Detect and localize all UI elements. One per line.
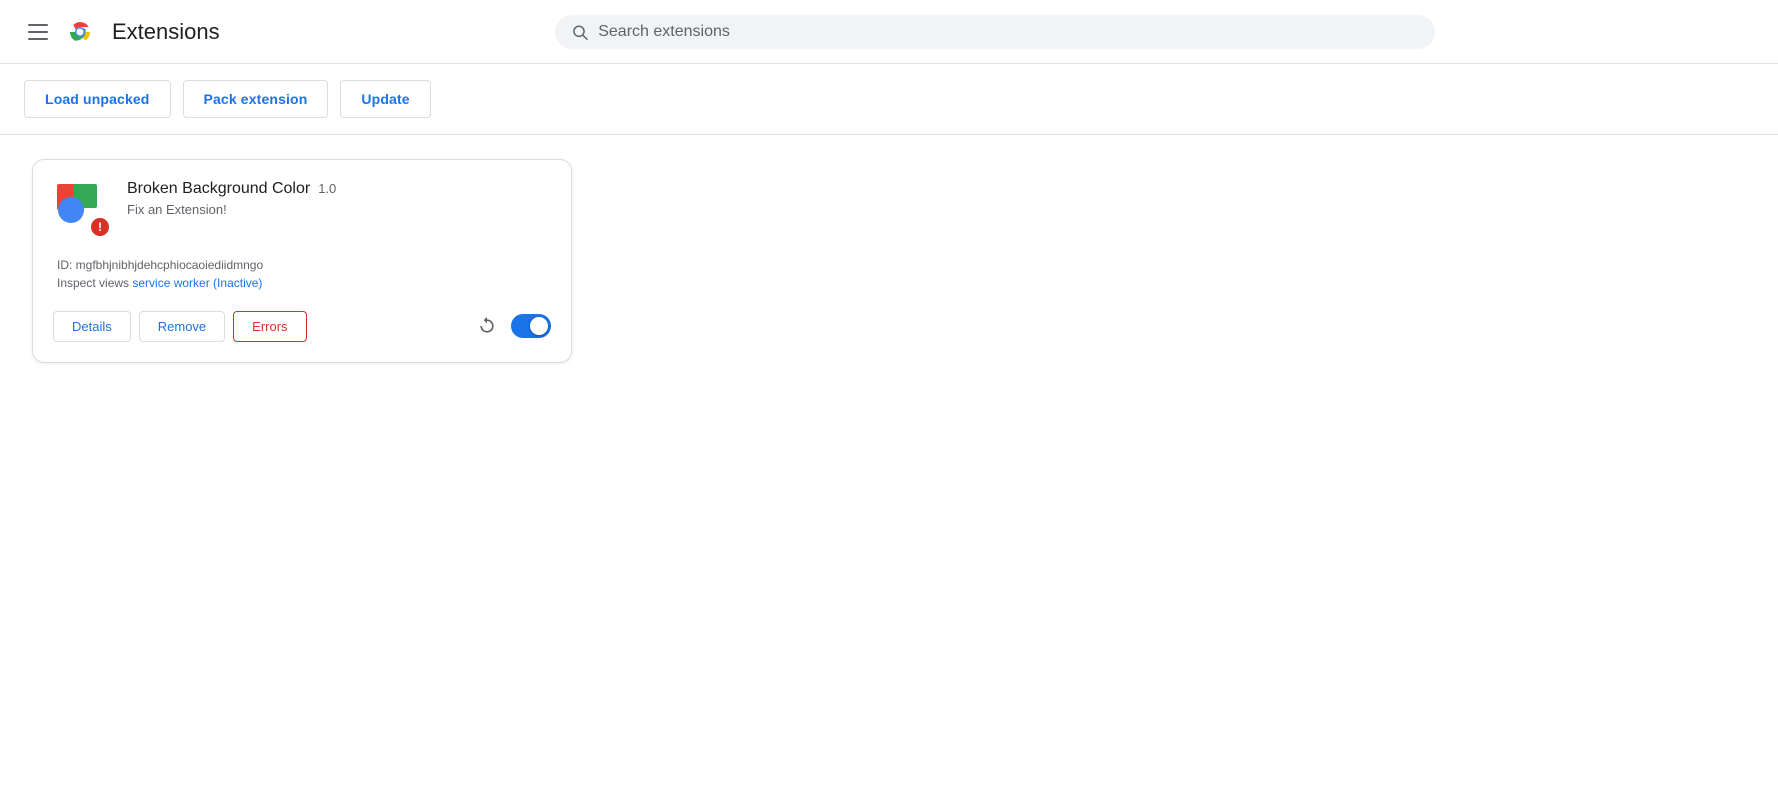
details-button[interactable]: Details [53, 311, 131, 342]
inspect-views: Inspect views service worker (Inactive) [57, 276, 547, 290]
errors-button[interactable]: Errors [233, 311, 306, 342]
chrome-logo [64, 16, 96, 48]
inspect-views-label: Inspect views [57, 276, 129, 290]
extension-version: 1.0 [318, 181, 336, 196]
pack-extension-button[interactable]: Pack extension [183, 80, 329, 118]
extension-icon-wrapper: ! [53, 180, 111, 238]
search-bar [555, 15, 1435, 49]
search-container [555, 15, 1435, 49]
extension-description: Fix an Extension! [127, 202, 551, 217]
reload-button[interactable] [471, 310, 503, 342]
menu-icon[interactable] [24, 20, 52, 44]
reload-icon [477, 316, 497, 336]
toolbar: Load unpacked Pack extension Update [0, 64, 1778, 135]
extension-toggle[interactable] [511, 314, 551, 338]
toggle-thumb [530, 317, 548, 335]
card-actions: Details Remove Errors [53, 310, 551, 342]
page-header: Extensions [0, 0, 1778, 64]
main-content: ! Broken Background Color 1.0 Fix an Ext… [0, 135, 1778, 387]
card-top: ! Broken Background Color 1.0 Fix an Ext… [53, 180, 551, 238]
load-unpacked-button[interactable]: Load unpacked [24, 80, 171, 118]
extension-id: ID: mgfbhjnibhjdehcphiocaoiediidmngo [57, 258, 547, 272]
header-left: Extensions [24, 16, 220, 48]
service-worker-link[interactable]: service worker (Inactive) [132, 276, 262, 290]
card-info: Broken Background Color 1.0 Fix an Exten… [127, 180, 551, 217]
extension-name: Broken Background Color [127, 180, 310, 198]
search-input[interactable] [598, 23, 1419, 41]
remove-button[interactable]: Remove [139, 311, 225, 342]
card-details: ID: mgfbhjnibhjdehcphiocaoiediidmngo Ins… [53, 258, 551, 290]
error-badge: ! [89, 216, 111, 238]
page-title: Extensions [112, 19, 220, 45]
extension-card: ! Broken Background Color 1.0 Fix an Ext… [32, 159, 572, 363]
update-button[interactable]: Update [340, 80, 430, 118]
search-icon [571, 23, 588, 41]
ext-name-row: Broken Background Color 1.0 [127, 180, 551, 198]
